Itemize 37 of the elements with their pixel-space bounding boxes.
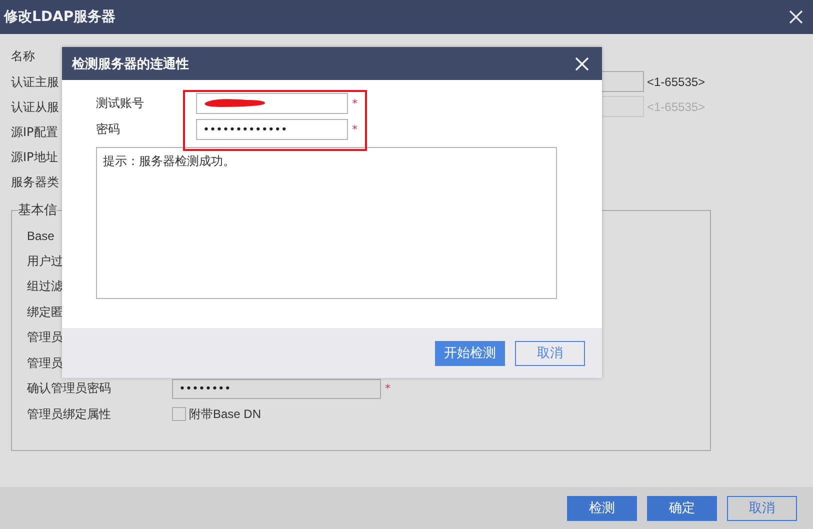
field-label: 密码 <box>96 120 121 138</box>
password-field[interactable]: ••••••••••••• <box>196 118 348 140</box>
required-mark: * <box>352 122 358 136</box>
field-label: 认证从服 <box>11 99 59 116</box>
secondary-button[interactable]: 取消 <box>515 340 585 366</box>
field-label: 管理员绑定属性 <box>27 406 112 423</box>
field-label: 服务器类 <box>11 174 59 191</box>
required-mark: * <box>385 382 390 396</box>
field-label: 源IP地址 <box>11 149 58 166</box>
secondary-button[interactable]: 取消 <box>727 496 797 520</box>
primary-button[interactable]: 开始检测 <box>435 340 505 366</box>
field-label: 组过滤 <box>27 278 64 296</box>
field-label: 管理员 <box>27 329 64 346</box>
checkbox[interactable] <box>172 407 186 422</box>
dialog-title: 检测服务器的连通性 <box>72 56 189 72</box>
password-field[interactable]: •••••••• <box>172 378 381 399</box>
field-label: 认证主服 <box>11 74 59 91</box>
field-label: Base <box>27 228 56 243</box>
message-box: 提示：服务器检测成功。 <box>96 147 557 299</box>
checkbox-label: 附带Base DN <box>189 406 262 423</box>
group-legend: 基本信 <box>18 203 57 218</box>
window-title: 修改LDAP服务器 <box>4 8 116 26</box>
close-icon[interactable] <box>789 10 803 24</box>
primary-button[interactable]: 确定 <box>647 496 717 520</box>
field-label: 管理员 <box>27 354 64 372</box>
field-label: 测试账号 <box>96 94 145 112</box>
port-field[interactable] <box>600 71 644 92</box>
primary-button[interactable]: 检测 <box>567 496 637 520</box>
field-label: 用户过 <box>27 252 64 270</box>
field-label: 源IP配置 <box>11 124 58 141</box>
field-label: 绑定匿 <box>27 304 64 321</box>
redaction-mark <box>203 98 267 108</box>
input-field[interactable] <box>196 92 348 114</box>
field-label: 名称 <box>11 48 35 64</box>
field-label: 确认管理员密码 <box>27 380 112 398</box>
range-hint: <1-65535> <box>647 74 706 88</box>
required-mark: * <box>352 96 358 110</box>
